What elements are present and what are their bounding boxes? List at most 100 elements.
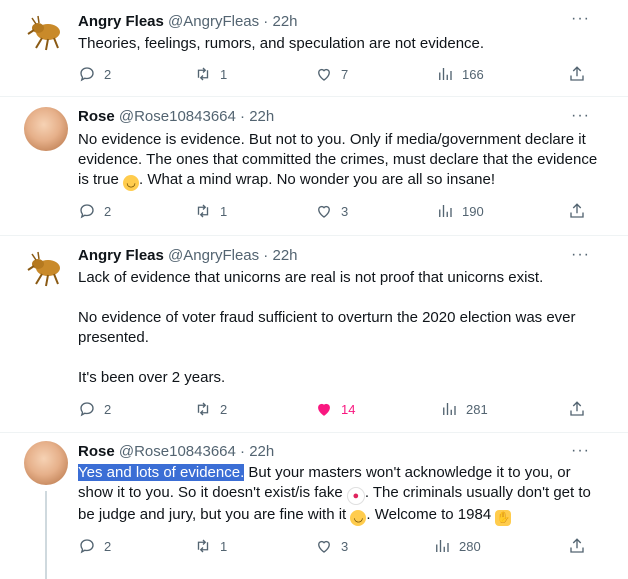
- tweet-text-part: . Welcome to 1984: [366, 506, 496, 523]
- like-icon: [318, 68, 330, 81]
- like-icon: [318, 540, 330, 553]
- tweet-paragraph: It's been over 2 years.: [78, 369, 226, 386]
- retweet-icon: [197, 539, 209, 553]
- tweet-3[interactable]: Angry Fleas @AngryFleas · 22h ··· Lack o…: [0, 236, 628, 433]
- display-name[interactable]: Angry Fleas: [78, 247, 164, 264]
- tweet-header: Angry Fleas @AngryFleas · 22h: [78, 12, 298, 32]
- views-count: 190: [462, 203, 484, 219]
- share-button[interactable]: [568, 400, 586, 418]
- user-handle[interactable]: @Rose10843664: [119, 108, 236, 125]
- retweet-button[interactable]: 1: [194, 65, 227, 83]
- separator-dot: ·: [259, 247, 273, 264]
- more-icon[interactable]: ···: [571, 442, 590, 460]
- display-name[interactable]: Rose: [78, 108, 115, 125]
- clown-face-emoji-icon: ●: [346, 487, 365, 505]
- tweet-actions: 2 2 14 281: [78, 400, 598, 420]
- like-button[interactable]: 3: [315, 537, 348, 555]
- retweet-button[interactable]: 1: [194, 202, 227, 220]
- views-button[interactable]: 280: [433, 537, 481, 555]
- more-icon[interactable]: ···: [571, 246, 590, 264]
- separator-dot: ·: [259, 13, 273, 30]
- tweet-actions: 2 1 3 190: [78, 202, 598, 222]
- views-button[interactable]: 281: [440, 400, 488, 418]
- reply-icon: [80, 402, 94, 417]
- tweet-4[interactable]: Rose @Rose10843664 · 22h ··· Yes and lot…: [0, 433, 628, 579]
- tweet-header: Rose @Rose10843664 · 22h: [78, 442, 274, 462]
- like-button[interactable]: 3: [315, 202, 348, 220]
- timestamp[interactable]: 22h: [249, 108, 274, 125]
- retweet-icon: [197, 402, 209, 416]
- retweet-button[interactable]: 2: [194, 400, 227, 418]
- reply-icon: [80, 539, 94, 554]
- share-icon: [570, 538, 584, 553]
- user-handle[interactable]: @Rose10843664: [119, 443, 236, 460]
- avatar-angry-fleas[interactable]: [24, 10, 68, 54]
- like-count: 7: [341, 66, 349, 82]
- views-icon: [439, 205, 452, 217]
- separator-dot: ·: [235, 108, 250, 125]
- selected-text-highlight[interactable]: Yes and lots of evidence.: [78, 464, 245, 481]
- tweet-actions: 2 1 7 166: [78, 65, 598, 85]
- tweet-header: Angry Fleas @AngryFleas · 22h: [78, 246, 298, 266]
- tweet-header: Rose @Rose10843664 · 22h: [78, 107, 274, 127]
- like-button[interactable]: 7: [315, 65, 348, 83]
- views-button[interactable]: 190: [436, 202, 484, 220]
- share-button[interactable]: [568, 202, 586, 220]
- retweet-button[interactable]: 1: [194, 537, 227, 555]
- tweet-actions: 2 1 3 280: [78, 537, 598, 557]
- retweet-count: 1: [220, 66, 228, 82]
- tweet-text: Yes and lots of evidence. But your maste…: [78, 463, 598, 526]
- display-name[interactable]: Rose: [78, 443, 115, 460]
- reply-button[interactable]: 2: [78, 65, 111, 83]
- display-name[interactable]: Angry Fleas: [78, 13, 164, 30]
- share-icon: [570, 203, 584, 218]
- more-icon[interactable]: ···: [571, 107, 590, 125]
- like-count: 3: [341, 203, 349, 219]
- retweet-icon: [197, 204, 209, 218]
- retweet-icon: [197, 67, 209, 81]
- avatar-angry-fleas[interactable]: [24, 246, 68, 290]
- tweet-paragraph: No evidence of voter fraud sufficient to…: [78, 309, 576, 346]
- timestamp[interactable]: 22h: [249, 443, 274, 460]
- tweet-text: Theories, feelings, rumors, and speculat…: [78, 34, 598, 54]
- like-count: 14: [341, 401, 356, 417]
- reply-button[interactable]: 2: [78, 537, 111, 555]
- retweet-count: 2: [220, 401, 228, 417]
- tweet-text: No evidence is evidence. But not to you.…: [78, 130, 598, 191]
- avatar-rose[interactable]: [24, 441, 68, 485]
- grinning-squinting-emoji-icon: ◡: [123, 175, 140, 191]
- reply-button[interactable]: 2: [78, 202, 111, 220]
- like-icon: [318, 403, 330, 416]
- grinning-face-emoji-icon: ◡: [350, 510, 367, 526]
- share-button[interactable]: [568, 537, 586, 555]
- like-icon: [318, 205, 330, 218]
- user-handle[interactable]: @AngryFleas: [168, 13, 259, 30]
- views-icon: [436, 540, 449, 552]
- tweet-paragraph: Theories, feelings, rumors, and speculat…: [78, 35, 485, 52]
- views-icon: [443, 403, 456, 415]
- reply-icon: [80, 67, 94, 82]
- tweet-text: Lack of evidence that unicorns are real …: [78, 268, 598, 388]
- separator-dot: ·: [235, 443, 250, 460]
- views-count: 281: [466, 401, 488, 417]
- timestamp[interactable]: 22h: [272, 13, 297, 30]
- retweet-count: 1: [220, 538, 228, 554]
- share-button[interactable]: [568, 65, 586, 83]
- share-icon: [570, 401, 584, 416]
- views-button[interactable]: 166: [436, 65, 484, 83]
- user-handle[interactable]: @AngryFleas: [168, 247, 259, 264]
- more-icon[interactable]: ···: [571, 10, 590, 28]
- reply-count: 2: [104, 203, 112, 219]
- timestamp[interactable]: 22h: [272, 247, 297, 264]
- avatar-rose[interactable]: [24, 107, 68, 151]
- views-count: 280: [459, 538, 481, 554]
- retweet-count: 1: [220, 203, 228, 219]
- reply-button[interactable]: 2: [78, 400, 111, 418]
- tweet-text-part: . What a mind wrap. No wonder you are al…: [139, 171, 496, 188]
- tweet-2[interactable]: Rose @Rose10843664 · 22h ··· No evidence…: [0, 97, 628, 236]
- like-button[interactable]: 14: [315, 400, 355, 418]
- reply-count: 2: [104, 538, 112, 554]
- waving-hand-emoji-icon: ✋: [495, 510, 512, 526]
- tweet-1[interactable]: Angry Fleas @AngryFleas · 22h ··· Theori…: [0, 0, 628, 97]
- like-count: 3: [341, 538, 349, 554]
